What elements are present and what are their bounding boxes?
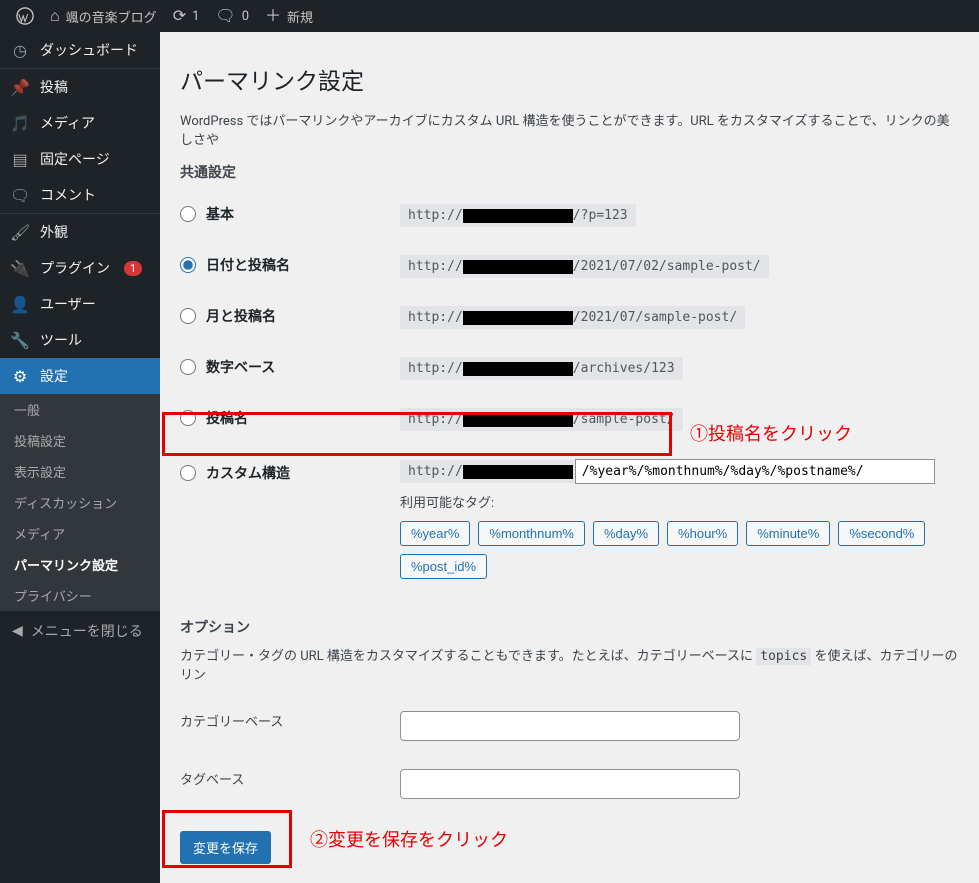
submenu-media[interactable]: メディア bbox=[0, 518, 160, 549]
collapse-menu[interactable]: ◀メニューを閉じる bbox=[0, 611, 160, 651]
page-intro: WordPress ではパーマリンクやアーカイブにカスタム URL 構造を使うこ… bbox=[180, 110, 959, 148]
example-numeric: http:///archives/123 bbox=[400, 357, 683, 380]
radio-date-name[interactable] bbox=[180, 257, 196, 273]
submenu-permalink[interactable]: パーマリンク設定 bbox=[0, 549, 160, 580]
page-title: パーマリンク設定 bbox=[180, 62, 959, 96]
label-date-name: 日付と投稿名 bbox=[206, 255, 290, 275]
save-button[interactable]: 変更を保存 bbox=[180, 831, 271, 864]
comment-icon: 🗨 bbox=[215, 8, 235, 24]
available-tags: %year% %monthnum% %day% %hour% %minute% … bbox=[400, 521, 959, 579]
new-content-link[interactable]: ＋ 新規 bbox=[257, 7, 321, 26]
dashboard-icon: ◷ bbox=[10, 41, 30, 60]
plugins-badge: 1 bbox=[124, 261, 142, 276]
tag-hour[interactable]: %hour% bbox=[667, 521, 738, 546]
tag-year[interactable]: %year% bbox=[400, 521, 470, 546]
updates-link[interactable]: ⟳ 1 bbox=[165, 8, 208, 24]
label-month-name: 月と投稿名 bbox=[206, 306, 276, 326]
radio-post-name[interactable] bbox=[180, 410, 196, 426]
site-name: 颯の音楽ブログ bbox=[66, 7, 157, 26]
wp-logo-icon[interactable] bbox=[8, 7, 42, 25]
example-post-name: http:///sample-post/ bbox=[400, 408, 683, 431]
updates-count: 1 bbox=[192, 9, 199, 24]
example-plain: http:///?p=123 bbox=[400, 204, 636, 227]
example-date-name: http:///2021/07/02/sample-post/ bbox=[400, 255, 769, 278]
permalink-options-table: 基本 http:///?p=123 日付と投稿名 http:///2021/07… bbox=[180, 190, 959, 593]
example-month-name: http:///2021/07/sample-post/ bbox=[400, 306, 745, 329]
label-numeric: 数字ベース bbox=[206, 357, 275, 377]
user-icon: 👤 bbox=[10, 295, 30, 314]
menu-plugins[interactable]: 🔌プラグイン1 bbox=[0, 250, 160, 286]
tag-day[interactable]: %day% bbox=[593, 521, 659, 546]
menu-appearance[interactable]: 🖌外観 bbox=[0, 213, 160, 250]
custom-prefix: http:// bbox=[400, 460, 575, 483]
settings-submenu: 一般 投稿設定 表示設定 ディスカッション メディア パーマリンク設定 プライバ… bbox=[0, 394, 160, 611]
submenu-privacy[interactable]: プライバシー bbox=[0, 580, 160, 611]
radio-month-name[interactable] bbox=[180, 308, 196, 324]
pin-icon: 📌 bbox=[10, 78, 30, 97]
media-icon: 🎵 bbox=[10, 114, 30, 133]
tag-monthnum[interactable]: %monthnum% bbox=[478, 521, 585, 546]
optional-desc: カテゴリー・タグの URL 構造をカスタマイズすることもできます。たとえば、カテ… bbox=[180, 645, 959, 683]
home-icon: ⌂ bbox=[50, 8, 60, 24]
submenu-discussion[interactable]: ディスカッション bbox=[0, 487, 160, 518]
page-icon: ▤ bbox=[10, 150, 30, 169]
page-content: パーマリンク設定 WordPress ではパーマリンクやアーカイブにカスタム U… bbox=[160, 32, 979, 883]
wrench-icon: 🔧 bbox=[10, 331, 30, 350]
menu-pages[interactable]: ▤固定ページ bbox=[0, 141, 160, 177]
menu-posts[interactable]: 📌投稿 bbox=[0, 68, 160, 105]
menu-tools[interactable]: 🔧ツール bbox=[0, 322, 160, 358]
available-tags-label: 利用可能なタグ: bbox=[400, 492, 959, 511]
plugin-icon: 🔌 bbox=[10, 259, 30, 278]
radio-plain[interactable] bbox=[180, 206, 196, 222]
tag-base-input[interactable] bbox=[400, 769, 740, 799]
site-name-link[interactable]: ⌂ 颯の音楽ブログ bbox=[42, 7, 165, 26]
custom-structure-input[interactable] bbox=[575, 459, 935, 484]
submenu-general[interactable]: 一般 bbox=[0, 394, 160, 425]
plus-icon: ＋ bbox=[265, 8, 281, 24]
menu-media[interactable]: 🎵メディア bbox=[0, 105, 160, 141]
new-label: 新規 bbox=[287, 7, 313, 26]
admin-toolbar: ⌂ 颯の音楽ブログ ⟳ 1 🗨 0 ＋ 新規 bbox=[0, 0, 979, 32]
label-plain: 基本 bbox=[206, 204, 234, 224]
comment-icon: 🗨 bbox=[10, 186, 30, 205]
refresh-icon: ⟳ bbox=[173, 8, 186, 24]
admin-sidebar: ◷ダッシュボード 📌投稿 🎵メディア ▤固定ページ 🗨コメント 🖌外観 🔌プラグ… bbox=[0, 32, 160, 883]
comments-count: 0 bbox=[242, 9, 249, 24]
tag-second[interactable]: %second% bbox=[838, 521, 925, 546]
submenu-writing[interactable]: 投稿設定 bbox=[0, 425, 160, 456]
label-post-name: 投稿名 bbox=[206, 408, 248, 428]
tag-minute[interactable]: %minute% bbox=[746, 521, 830, 546]
submenu-reading[interactable]: 表示設定 bbox=[0, 456, 160, 487]
brush-icon: 🖌 bbox=[10, 223, 30, 242]
tag-base-label: タグベース bbox=[180, 773, 244, 788]
category-base-label: カテゴリーベース bbox=[180, 715, 283, 730]
common-settings-heading: 共通設定 bbox=[180, 162, 959, 182]
menu-comments[interactable]: 🗨コメント bbox=[0, 177, 160, 213]
optional-heading: オプション bbox=[180, 617, 959, 637]
radio-custom[interactable] bbox=[180, 465, 196, 481]
category-base-input[interactable] bbox=[400, 711, 740, 741]
tag-post-id[interactable]: %post_id% bbox=[400, 554, 487, 579]
comments-link[interactable]: 🗨 0 bbox=[207, 8, 257, 24]
menu-users[interactable]: 👤ユーザー bbox=[0, 286, 160, 322]
radio-numeric[interactable] bbox=[180, 359, 196, 375]
label-custom: カスタム構造 bbox=[206, 463, 290, 483]
menu-dashboard[interactable]: ◷ダッシュボード bbox=[0, 32, 160, 68]
collapse-icon: ◀ bbox=[12, 623, 23, 639]
menu-settings[interactable]: ⚙設定 bbox=[0, 358, 160, 394]
sliders-icon: ⚙ bbox=[10, 367, 30, 386]
